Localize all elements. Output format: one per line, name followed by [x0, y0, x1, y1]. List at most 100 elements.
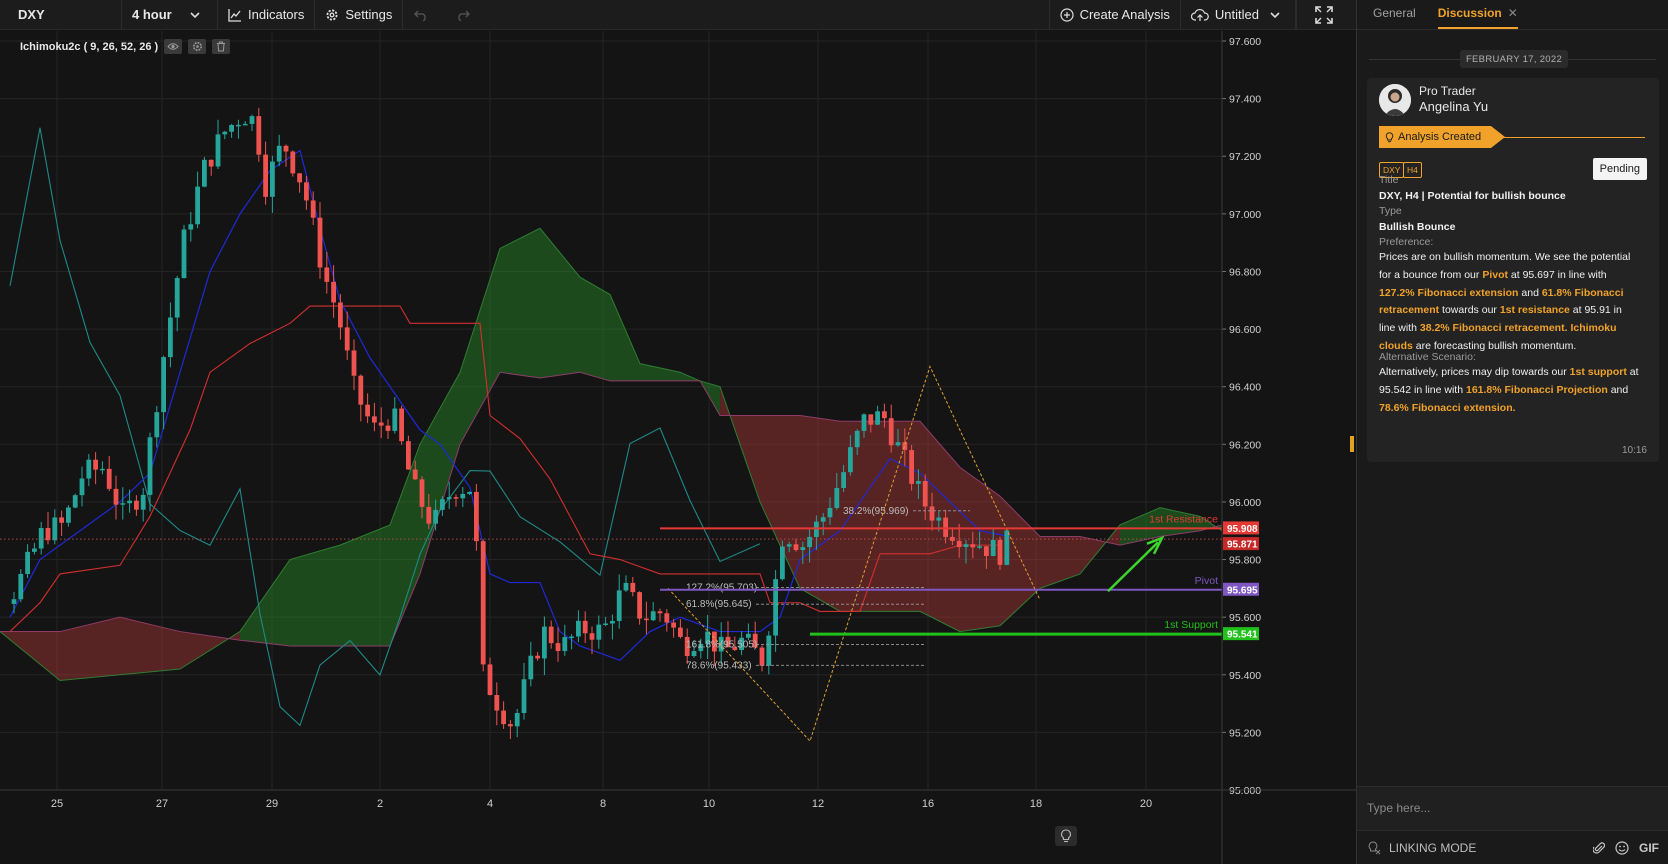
interval-dropdown[interactable]: 4 hour	[122, 0, 218, 29]
candle-body	[970, 544, 976, 548]
candle-body	[113, 488, 119, 505]
preference-label: Preference:	[1379, 236, 1434, 248]
discussion-panel: General Discussion ✕ FEBRUARY 17, 2022 Pr…	[1356, 0, 1668, 864]
chevron-down-icon	[190, 11, 200, 18]
price-chart[interactable]: 38.2%(95.969) 127.2%(95.703) 61.8%(95.645)…	[0, 31, 1356, 864]
candle-body	[188, 224, 194, 230]
chart-area[interactable]: 38.2%(95.969) 127.2%(95.703) 61.8%(95.645)…	[0, 31, 1356, 864]
indicators-icon	[228, 8, 241, 22]
type-label: Type	[1379, 205, 1402, 217]
tab-general[interactable]: General	[1373, 6, 1416, 29]
indicators-button[interactable]: Indicators	[218, 0, 316, 29]
candle-body	[521, 679, 527, 714]
candle-body	[392, 408, 398, 431]
candle-body	[487, 664, 493, 696]
emoji-button[interactable]	[1615, 840, 1629, 855]
candle-body	[140, 494, 146, 510]
candle-body	[399, 408, 404, 442]
author-name[interactable]: Angelina Yu	[1419, 99, 1488, 114]
candle-body	[154, 412, 160, 438]
candle-body	[412, 469, 418, 480]
candle-body	[786, 544, 792, 547]
candle-body	[467, 491, 472, 494]
candle-body	[548, 626, 554, 644]
candle-body	[440, 499, 445, 510]
cloud-segment	[340, 524, 390, 646]
attach-button[interactable]	[1593, 841, 1605, 855]
idea-button[interactable]	[1055, 826, 1077, 846]
price-axis-level-label: 95.695	[1227, 585, 1258, 596]
cloud-segment	[640, 363, 680, 381]
redo-button[interactable]	[445, 0, 487, 29]
candle-body	[528, 655, 534, 680]
candle-body	[977, 546, 982, 548]
candle-body	[834, 487, 840, 508]
candle-body	[215, 134, 221, 167]
layout-dropdown[interactable]: Untitled	[1181, 0, 1296, 29]
candle-body	[45, 527, 51, 541]
candle-body	[222, 131, 228, 135]
text-run: at 95.697 in line with	[1507, 268, 1607, 281]
settings-button[interactable]: Settings	[315, 0, 404, 29]
panel-resize-handle[interactable]	[1350, 436, 1354, 452]
text-run: and	[1518, 286, 1542, 299]
cloud-segment	[920, 421, 960, 632]
indicator-delete-button[interactable]	[212, 39, 231, 54]
candle-body	[582, 620, 588, 634]
candle-body	[304, 182, 309, 201]
fib-level-label: 38.2%(95.969)	[843, 506, 909, 517]
create-analysis-label: Create Analysis	[1079, 7, 1170, 22]
cloud-upload-icon	[1190, 8, 1209, 21]
candle-body	[168, 317, 173, 358]
candle-body	[433, 509, 438, 524]
indicator-visibility-button[interactable]	[164, 39, 183, 54]
linking-mode-toggle[interactable]: LINKING MODE	[1367, 841, 1476, 855]
message-input[interactable]	[1367, 795, 1657, 821]
candle-body	[861, 414, 867, 431]
paperclip-icon	[1593, 841, 1605, 854]
key-level-name: Pivot	[1195, 575, 1218, 587]
candle-body	[236, 124, 241, 127]
senkou-span-b-line	[0, 371, 1223, 647]
candle-body	[127, 500, 132, 504]
candle-body	[474, 491, 479, 542]
candle-body	[385, 425, 391, 431]
avatar[interactable]	[1379, 84, 1411, 116]
candle-body	[79, 478, 85, 496]
candle-body	[990, 539, 996, 557]
gear-icon	[326, 9, 338, 20]
candle-body	[202, 159, 207, 187]
top-toolbar: DXY 4 hour Indicators Settings Create An…	[0, 0, 1356, 30]
date-separator-label: FEBRUARY 17, 2022	[1460, 50, 1568, 68]
cloud-segment	[580, 277, 610, 381]
candle-body	[480, 541, 486, 665]
indicator-settings-button[interactable]	[188, 39, 207, 54]
fullscreen-button[interactable]	[1296, 0, 1356, 29]
undo-button[interactable]	[403, 0, 445, 29]
close-icon[interactable]: ✕	[1508, 6, 1518, 20]
create-analysis-button[interactable]: Create Analysis	[1048, 0, 1181, 29]
gif-button[interactable]: GIF	[1639, 841, 1659, 855]
candle-body	[664, 613, 670, 623]
candle-body	[195, 186, 200, 225]
candle-body	[759, 647, 765, 666]
highlight-pivot: Pivot	[1482, 268, 1508, 281]
candle-body	[854, 430, 860, 448]
symbol-selector[interactable]: DXY	[0, 0, 122, 29]
candle-body	[100, 468, 105, 471]
candle-body	[310, 200, 316, 218]
tab-discussion[interactable]: Discussion ✕	[1437, 6, 1518, 29]
candle-body	[678, 627, 683, 637]
candle-body	[576, 620, 581, 637]
date-tick-label: 2	[377, 798, 383, 810]
fib-level-label: 161.8%(95.505)	[686, 640, 757, 651]
date-tick-label: 27	[156, 798, 168, 810]
date-tick-label: 20	[1140, 798, 1152, 810]
cloud-segment	[290, 545, 340, 646]
candle-body	[997, 539, 1003, 565]
candle-body	[147, 437, 153, 495]
candle-body	[52, 517, 58, 541]
candle-body	[909, 450, 914, 484]
candle-body	[800, 547, 806, 550]
candle-body	[161, 357, 166, 413]
